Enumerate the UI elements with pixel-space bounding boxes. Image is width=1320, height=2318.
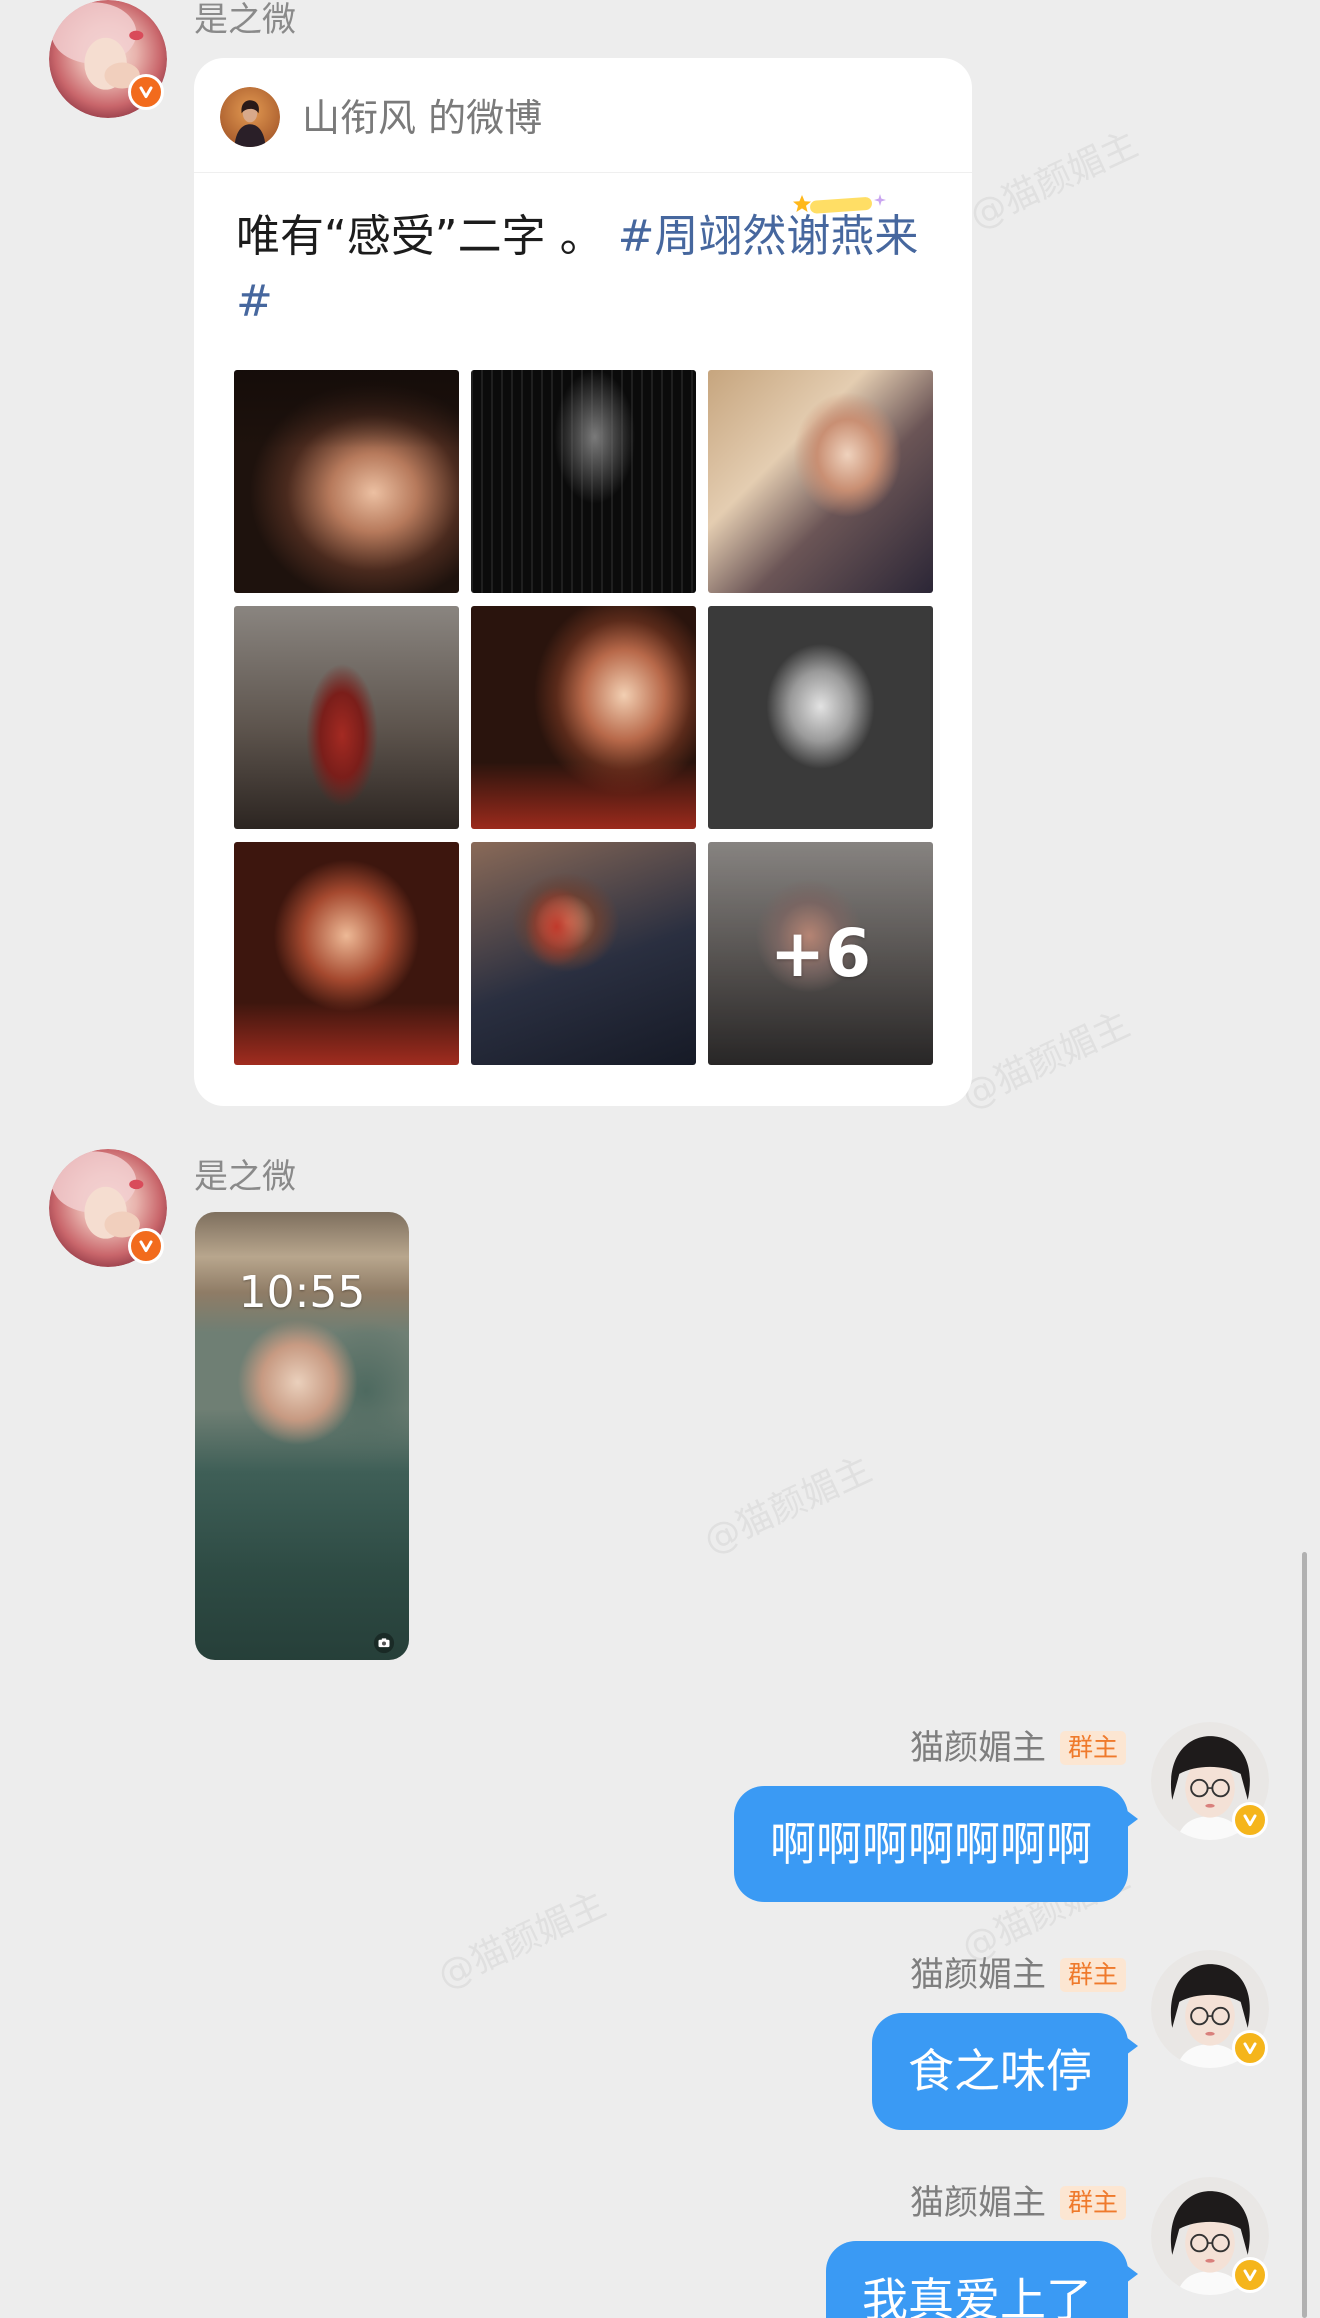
group-owner-badge: 群主 [1059,1958,1126,1992]
sender-name: 猫颜媚主 [909,1955,1046,1995]
photo-thumbnail[interactable] [234,842,459,1065]
sender-name: 是之微 [194,1157,296,1197]
photo-thumbnail[interactable] [471,606,696,829]
message-text: 食之味停 [908,2044,1092,2098]
sender-name: 是之微 [194,0,296,40]
sender-row: 猫颜媚主 群主 [910,2185,1126,2221]
watermark-text: @猫颜媚主 [955,1003,1137,1118]
group-owner-badge: 群主 [1059,1731,1126,1765]
watermark-text: @猫颜媚主 [697,1448,879,1563]
photo-thumbnail[interactable] [471,842,696,1065]
photo-thumbnail[interactable] [234,370,459,593]
message-bubble[interactable]: 我真爱上了 [826,2241,1138,2318]
weibo-share-card[interactable]: 山衔风 的微博 唯有“感受”二字 。 #周翊然谢燕来# +6 [194,58,972,1106]
verified-badge-icon [1232,2030,1268,2066]
message-bubble[interactable]: 啊啊啊啊啊啊啊 [734,1786,1138,1902]
sender-row: 猫颜媚主 群主 [910,1730,1126,1766]
weibo-source-label: 山衔风 的微博 [302,96,543,140]
photo-thumbnail[interactable]: +6 [708,842,933,1065]
card-header[interactable]: 山衔风 的微博 [194,58,972,173]
weibo-author-avatar [220,87,280,147]
message-text: 啊啊啊啊啊啊啊 [770,1817,1092,1871]
image-message[interactable]: 10:55 [195,1212,409,1660]
post-body: 唯有“感受”二字 。 [236,211,618,262]
verified-badge-icon [1232,2257,1268,2293]
photo-thumbnail[interactable] [234,606,459,829]
message-bubble[interactable]: 食之味停 [872,2013,1138,2130]
chat-screen: @猫颜媚主 @猫颜媚主 @猫颜媚主 @猫颜媚主 @猫颜媚主 是之微 山衔风 的微… [0,0,1320,2318]
message-text: 我真爱上了 [862,2277,1092,2318]
post-text: 唯有“感受”二字 。 #周翊然谢燕来# [236,204,942,334]
image-grid: +6 [234,370,933,1065]
watermark-text: @猫颜媚主 [431,1883,613,1998]
verified-badge-icon [1232,1802,1268,1838]
camera-icon [373,1632,395,1654]
more-images-count: +6 [708,842,933,1065]
sender-row: 猫颜媚主 群主 [910,1957,1126,1993]
verified-badge-icon [128,1228,164,1264]
verified-badge-icon [128,74,164,110]
sender-name: 猫颜媚主 [909,2183,1046,2223]
sender-name: 猫颜媚主 [909,1728,1046,1768]
group-owner-badge: 群主 [1059,2186,1126,2220]
watermark-text: @猫颜媚主 [963,123,1145,238]
photo-thumbnail[interactable] [708,370,933,593]
photo-thumbnail[interactable] [471,370,696,593]
photo-thumbnail[interactable] [708,606,933,829]
scrollbar[interactable] [1302,1552,1307,2318]
lockscreen-time: 10:55 [238,1267,366,1318]
